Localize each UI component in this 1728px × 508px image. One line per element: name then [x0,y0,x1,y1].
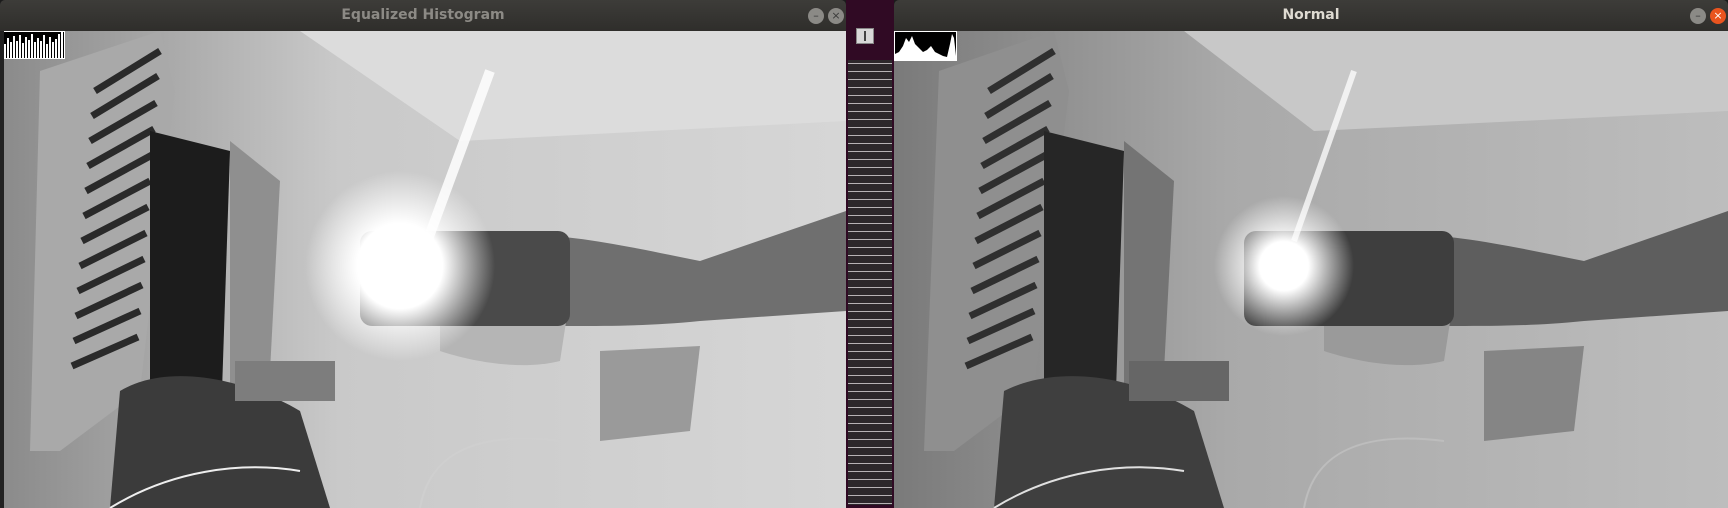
window-title: Equalized Histogram [341,7,505,23]
equalized-image-view [0,31,846,508]
window-titlebar[interactable]: Normal – × [894,0,1728,31]
normal-window[interactable]: Normal – × [894,0,1728,508]
histogram-thumbnail [894,31,957,61]
desktop-edge [0,31,4,508]
window-title: Normal [1282,7,1340,23]
camera-frame-equalized [0,31,846,508]
window-titlebar[interactable]: Equalized Histogram – × [0,0,846,31]
histogram-thumbnail [2,31,65,59]
camera-frame-normal [894,31,1728,508]
close-icon[interactable]: × [828,8,844,24]
normal-image-view [894,31,1728,508]
split-view-icon[interactable] [856,28,874,44]
minimize-icon[interactable]: – [808,8,824,24]
minimize-icon[interactable]: – [1690,8,1706,24]
close-icon[interactable]: × [1710,8,1726,24]
terminal-output [848,60,892,505]
equalized-histogram-window[interactable]: Equalized Histogram – × [0,0,846,508]
